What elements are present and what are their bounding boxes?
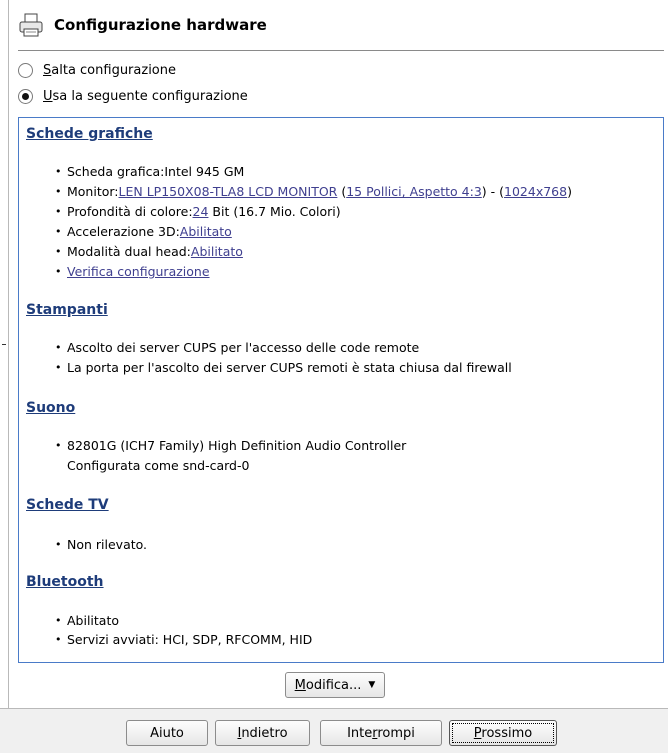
printer-icon — [19, 13, 43, 37]
bluetooth-item: Abilitato — [55, 613, 119, 629]
use-label: Usa la seguente configurazione — [43, 88, 248, 104]
left-edge — [0, 0, 9, 708]
help-button[interactable]: Aiuto — [126, 720, 208, 746]
printers-item: Ascolto dei server CUPS per l'accesso de… — [55, 340, 419, 356]
skip-config-radio[interactable]: Salta configurazione — [18, 60, 176, 80]
graphics-card-item: Scheda grafica:Intel 945 GM — [55, 164, 244, 180]
left-tick — [2, 344, 6, 345]
back-label: Indietro — [237, 725, 288, 741]
installer-window: Configurazione hardware Salta configuraz… — [0, 0, 668, 753]
bluetooth-item: Servizi avviati: HCI, SDP, RFCOMM, HID — [55, 632, 312, 648]
verify-config-link[interactable]: Verifica configurazione — [67, 264, 210, 279]
page-title: Configurazione hardware — [54, 16, 267, 34]
verify-config-item: Verifica configurazione — [55, 264, 210, 280]
dropdown-arrow-icon: ▼ — [368, 680, 376, 690]
hardware-summary-panel[interactable]: Schede grafiche Scheda grafica:Intel 945… — [18, 117, 664, 663]
printers-item: La porta per l'ascolto dei server CUPS r… — [55, 360, 512, 376]
sound-card-item: 82801G (ICH7 Family) High Definition Aud… — [55, 438, 406, 454]
next-label: Prossimo — [473, 725, 533, 741]
monitor-item: Monitor:LEN LP150X08-TLA8 LCD MONITOR (1… — [55, 184, 572, 200]
section-bluetooth-title[interactable]: Bluetooth — [26, 574, 104, 590]
tv-item: Non rilevato. — [55, 537, 147, 553]
abort-label: Interrompi — [347, 725, 415, 741]
color-depth-item: Profondità di colore:24 Bit (16.7 Mio. C… — [55, 204, 341, 220]
header-separator — [18, 50, 664, 51]
header: Configurazione hardware — [18, 8, 664, 42]
section-sound-title[interactable]: Suono — [26, 400, 75, 416]
sound-card-config: Configurata come snd-card-0 — [67, 458, 250, 473]
use-config-radio[interactable]: Usa la seguente configurazione — [18, 86, 248, 106]
modify-label: Modifica... — [294, 677, 362, 693]
dual-head-item: Modalità dual head:Abilitato — [55, 244, 243, 260]
monitor-size-link[interactable]: 15 Pollici, Aspetto 4:3 — [346, 184, 482, 199]
accel-3d-item: Accelerazione 3D:Abilitato — [55, 224, 232, 240]
color-depth-link[interactable]: 24 — [193, 204, 209, 219]
button-bar: Aiuto Indietro Interrompi Prossimo — [0, 709, 668, 753]
section-printers-title[interactable]: Stampanti — [26, 302, 108, 318]
monitor-link[interactable]: LEN LP150X08-TLA8 LCD MONITOR — [119, 184, 338, 199]
radio-use[interactable] — [18, 88, 33, 104]
accel-3d-link[interactable]: Abilitato — [180, 224, 232, 239]
abort-button[interactable]: Interrompi — [320, 720, 442, 746]
section-graphics-title[interactable]: Schede grafiche — [26, 126, 153, 142]
skip-label: Salta configurazione — [43, 62, 176, 78]
next-button[interactable]: Prossimo — [449, 720, 557, 746]
monitor-resolution-link[interactable]: 1024x768 — [504, 184, 567, 199]
section-tv-title[interactable]: Schede TV — [26, 497, 109, 513]
back-button[interactable]: Indietro — [215, 720, 310, 746]
dual-head-link[interactable]: Abilitato — [191, 244, 243, 259]
radio-skip[interactable] — [18, 62, 33, 78]
modify-button[interactable]: Modifica... ▼ — [285, 672, 385, 698]
